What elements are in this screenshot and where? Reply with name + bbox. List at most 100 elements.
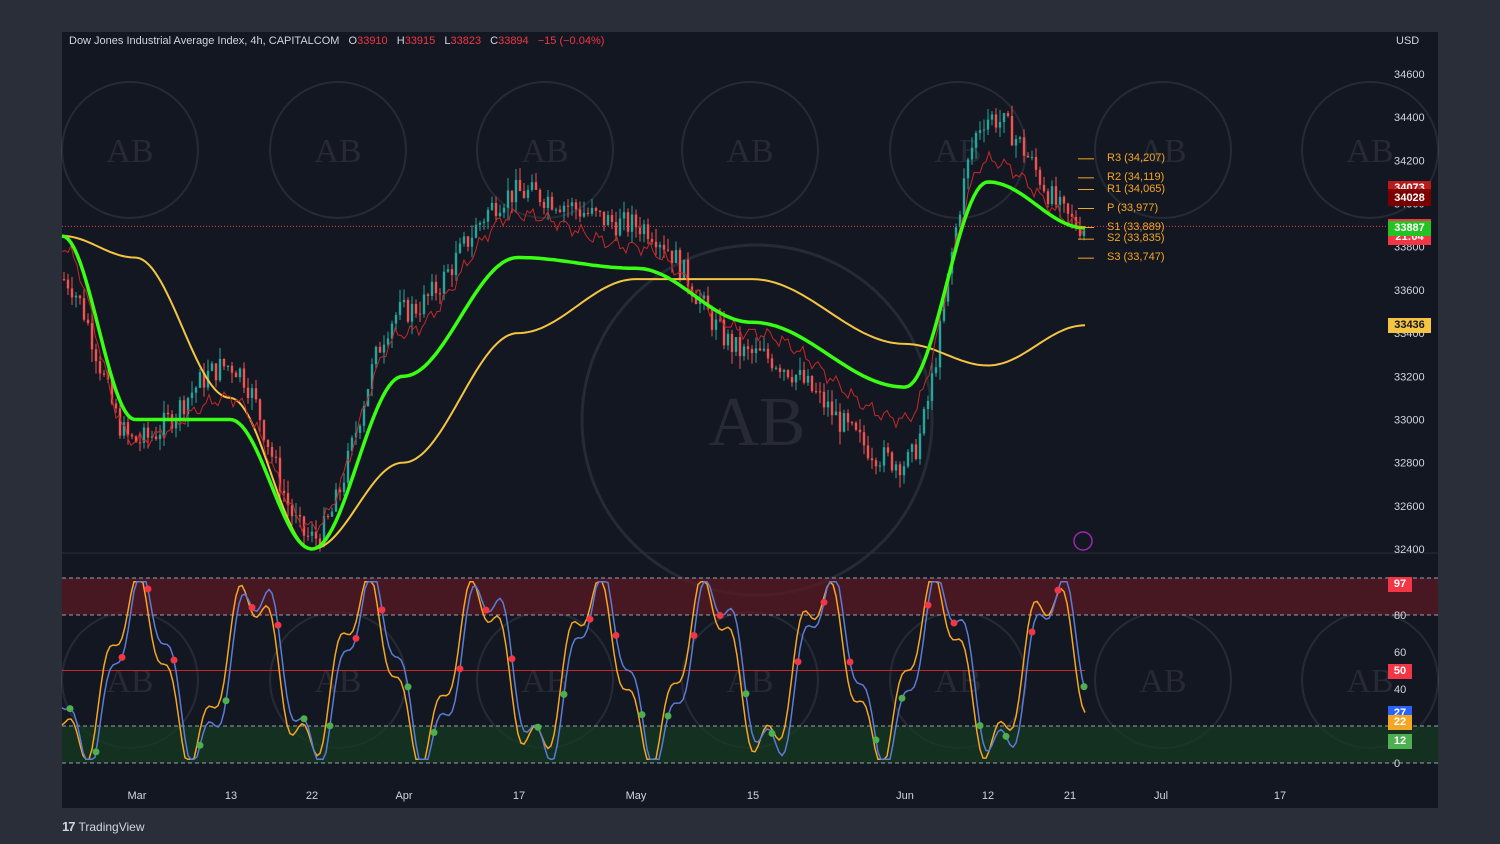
- candle: [582, 212, 586, 217]
- candle: [162, 412, 166, 435]
- candle: [770, 358, 774, 369]
- candle: [158, 434, 162, 440]
- candle: [438, 293, 442, 295]
- stoch-signal-dot: [976, 722, 984, 730]
- candle: [90, 323, 94, 350]
- candle: [842, 413, 846, 432]
- candle: [250, 388, 254, 398]
- candle: [446, 269, 450, 272]
- candle: [754, 348, 758, 354]
- candle: [678, 250, 682, 279]
- candle: [146, 427, 150, 438]
- stoch-signal-dot: [248, 603, 256, 611]
- candle: [614, 222, 618, 236]
- candle: [746, 346, 750, 350]
- candle: [718, 319, 722, 321]
- candle: [882, 447, 886, 466]
- candle: [122, 422, 126, 436]
- candle: [902, 466, 906, 476]
- candle: [198, 372, 202, 388]
- candle: [378, 346, 382, 353]
- stoch-signal-dot: [352, 634, 360, 642]
- high-value: 33915: [404, 35, 436, 47]
- stoch-signal-dot: [144, 585, 152, 593]
- candle: [794, 374, 798, 383]
- candles-layer: [62, 105, 1086, 552]
- price-tag: 33436: [1388, 318, 1431, 334]
- candle: [522, 190, 526, 198]
- candle: [130, 434, 134, 437]
- symbol-title: Dow Jones Industrial Average Index, 4h, …: [69, 35, 340, 47]
- candle: [178, 400, 182, 419]
- candle: [530, 182, 534, 190]
- candle: [498, 212, 502, 217]
- stoch-signal-dot: [768, 729, 776, 737]
- candle: [918, 433, 922, 460]
- stoch-signal-dot: [1054, 586, 1062, 594]
- candle: [234, 372, 238, 378]
- candle: [646, 224, 650, 240]
- candle: [834, 411, 838, 416]
- candle: [1030, 156, 1034, 158]
- price-tick: 33200: [1394, 371, 1425, 383]
- candle: [590, 207, 594, 214]
- candle: [482, 221, 486, 223]
- candle: [866, 445, 870, 459]
- chart-canvas[interactable]: AB AB AB AB AB AB ABAB AB AB AB AB AB ABAB3460034400…: [0, 0, 1500, 844]
- candle: [994, 114, 998, 128]
- candle: [762, 348, 766, 351]
- tradingview-logo-icon: 17: [62, 819, 76, 834]
- candle: [674, 250, 678, 264]
- candle: [638, 227, 642, 235]
- candle: [778, 367, 782, 372]
- candle: [594, 207, 598, 211]
- stoch-signal-dot: [378, 606, 386, 614]
- symbol-header[interactable]: Dow Jones Industrial Average Index, 4h, …: [69, 35, 604, 47]
- candle: [226, 365, 230, 367]
- currency-label: USD: [1396, 35, 1420, 47]
- candle: [634, 214, 638, 228]
- candle: [1034, 156, 1038, 170]
- time-tick: 21: [1064, 790, 1076, 802]
- time-tick: 17: [1274, 790, 1286, 802]
- low-value: 33823: [450, 35, 482, 47]
- stoch-signal-dot: [534, 723, 542, 731]
- candle: [730, 333, 734, 352]
- stoch-signal-dot: [1080, 683, 1088, 691]
- candle: [626, 212, 630, 232]
- candle: [562, 205, 566, 212]
- stoch-signal-dot: [482, 606, 490, 614]
- stoch-signal-dot: [1002, 732, 1010, 740]
- candle: [422, 294, 426, 315]
- stoch-signal-dot: [716, 611, 724, 619]
- watermark-text: AB: [521, 133, 568, 170]
- candle: [454, 252, 458, 276]
- stoch-signal-dot: [690, 631, 698, 639]
- stoch-signal-dot: [508, 655, 516, 663]
- candle: [598, 210, 602, 212]
- candle: [642, 224, 646, 235]
- candle: [886, 447, 890, 453]
- candle: [654, 241, 658, 248]
- price-tag: 34028: [1388, 190, 1431, 206]
- candle: [846, 413, 850, 423]
- candle: [222, 358, 226, 367]
- candle: [474, 224, 478, 238]
- candle: [94, 349, 98, 362]
- candle: [970, 147, 974, 160]
- stoch-signal-dot: [300, 715, 308, 723]
- candle: [566, 205, 570, 207]
- osc-tick: 80: [1394, 610, 1406, 622]
- tradingview-brand[interactable]: 17 TradingView: [62, 819, 145, 834]
- candle: [1026, 155, 1030, 158]
- candle: [442, 271, 446, 294]
- candle: [618, 218, 622, 236]
- candle: [270, 447, 274, 457]
- candle: [546, 196, 550, 208]
- candle: [662, 244, 666, 250]
- pivot-label-p: P (33,977): [1107, 201, 1159, 214]
- candle: [974, 132, 978, 148]
- candle: [578, 209, 582, 217]
- candle: [78, 295, 82, 299]
- candle: [898, 464, 902, 476]
